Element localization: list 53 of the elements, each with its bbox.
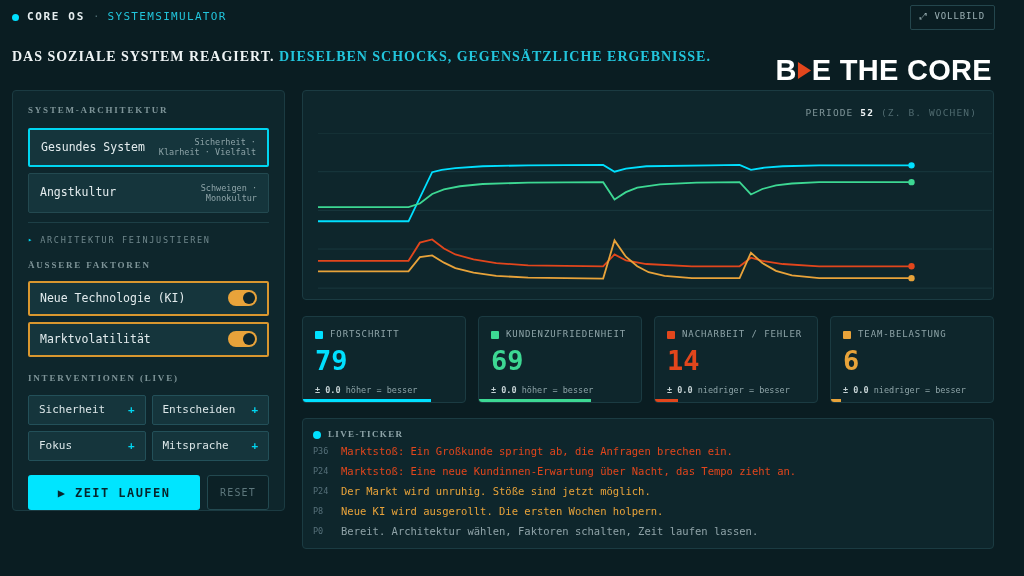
period-tag: P36: [313, 445, 341, 458]
metric-delta: ± 0.0: [843, 384, 869, 395]
app-name: SYSTEMSIMULATOR: [107, 8, 227, 25]
ticker-message: Bereit. Architektur wählen, Faktoren schalten, Zeit laufen lassen.: [341, 523, 759, 539]
intervention-button[interactable]: Mitsprache +: [151, 431, 269, 461]
metric-note: niedriger = besser: [873, 384, 966, 395]
play-icon: [796, 61, 812, 80]
metric-value: 14: [667, 343, 701, 378]
factor-label: Neue Technologie (KI): [40, 289, 186, 307]
factor-label: Marktvolatilität: [40, 330, 151, 348]
finetune-link[interactable]: ARCHITEKTUR FEINJUSTIEREN: [40, 233, 211, 247]
section-title: SYSTEM-ARCHITEKTUR: [28, 104, 170, 117]
section-title: INTERVENTIONEN (LIVE): [28, 371, 180, 385]
toggle-switch[interactable]: [228, 290, 257, 307]
logo-text: B: [775, 56, 797, 85]
period-tag: P24: [313, 465, 341, 478]
metric-label: NACHARBEIT / FEHLER: [682, 328, 803, 341]
period-tag: P24: [313, 485, 341, 498]
headline-text: DAS SOZIALE SYSTEM REAGIERT.: [12, 49, 275, 64]
separator-dot: ·: [92, 8, 100, 25]
ticker-message: Neue KI wird ausgerollt. Die ersten Wochen holpern.: [341, 503, 664, 519]
metric-label: TEAM-BELASTUNG: [858, 328, 947, 341]
period-label: PERIODE: [805, 107, 854, 118]
fullscreen-button[interactable]: ⤢ VOLLBILD: [910, 4, 995, 30]
period-value: 52: [860, 107, 875, 118]
metric-delta: ± 0.0: [491, 384, 517, 395]
ticker-message: Der Markt wird unruhig. Stöße sind jetzt möglich.: [341, 483, 651, 499]
section-title: ÄUSSERE FAKTOREN: [28, 258, 152, 272]
metric-value: 69: [491, 343, 525, 378]
period-tag: P0: [313, 525, 341, 538]
ticker-title: LIVE-TICKER: [328, 428, 404, 441]
intervention-button[interactable]: Fokus +: [28, 431, 146, 461]
metric-label: KUNDENZUFRIEDENHEIT: [506, 328, 627, 341]
metric-label: FORTSCHRITT: [330, 328, 400, 341]
ticker-message: Marktstoß: Eine neue Kundinnen-Erwartung über Nacht, das Tempo zieht an.: [341, 463, 797, 479]
metric-note: höher = besser: [345, 384, 418, 395]
metric-delta: ± 0.0: [667, 384, 693, 395]
period-tag: P8: [313, 505, 341, 518]
architecture-option[interactable]: Angstkultur Schweigen · Monokultur: [28, 173, 269, 213]
logo-text: E THE CORE: [811, 56, 992, 85]
ticker-message: Marktstoß: Ein Großkunde springt ab, die Anfragen brechen ein.: [341, 443, 733, 459]
metric-note: niedriger = besser: [697, 384, 790, 395]
headline-accent: DIESELBEN SCHOCKS, GEGENSÄTZLICHE ERGEBNISSE.: [278, 49, 711, 64]
metric-value: 6: [843, 343, 861, 378]
brand-name: CORE OS: [27, 8, 85, 25]
intervention-button[interactable]: Sicherheit +: [28, 395, 146, 425]
metric-note: höher = besser: [521, 384, 594, 395]
architecture-option[interactable]: Gesundes System Sicherheit · Klarheit · Vielfalt: [28, 127, 269, 168]
run-button[interactable]: ▶ ZEIT LAUFEN: [28, 475, 200, 510]
metric-value: 79: [315, 343, 349, 378]
toggle-switch[interactable]: [228, 331, 257, 348]
metric-delta: ± 0.0: [315, 384, 341, 395]
intervention-button[interactable]: Entscheiden +: [151, 395, 269, 425]
